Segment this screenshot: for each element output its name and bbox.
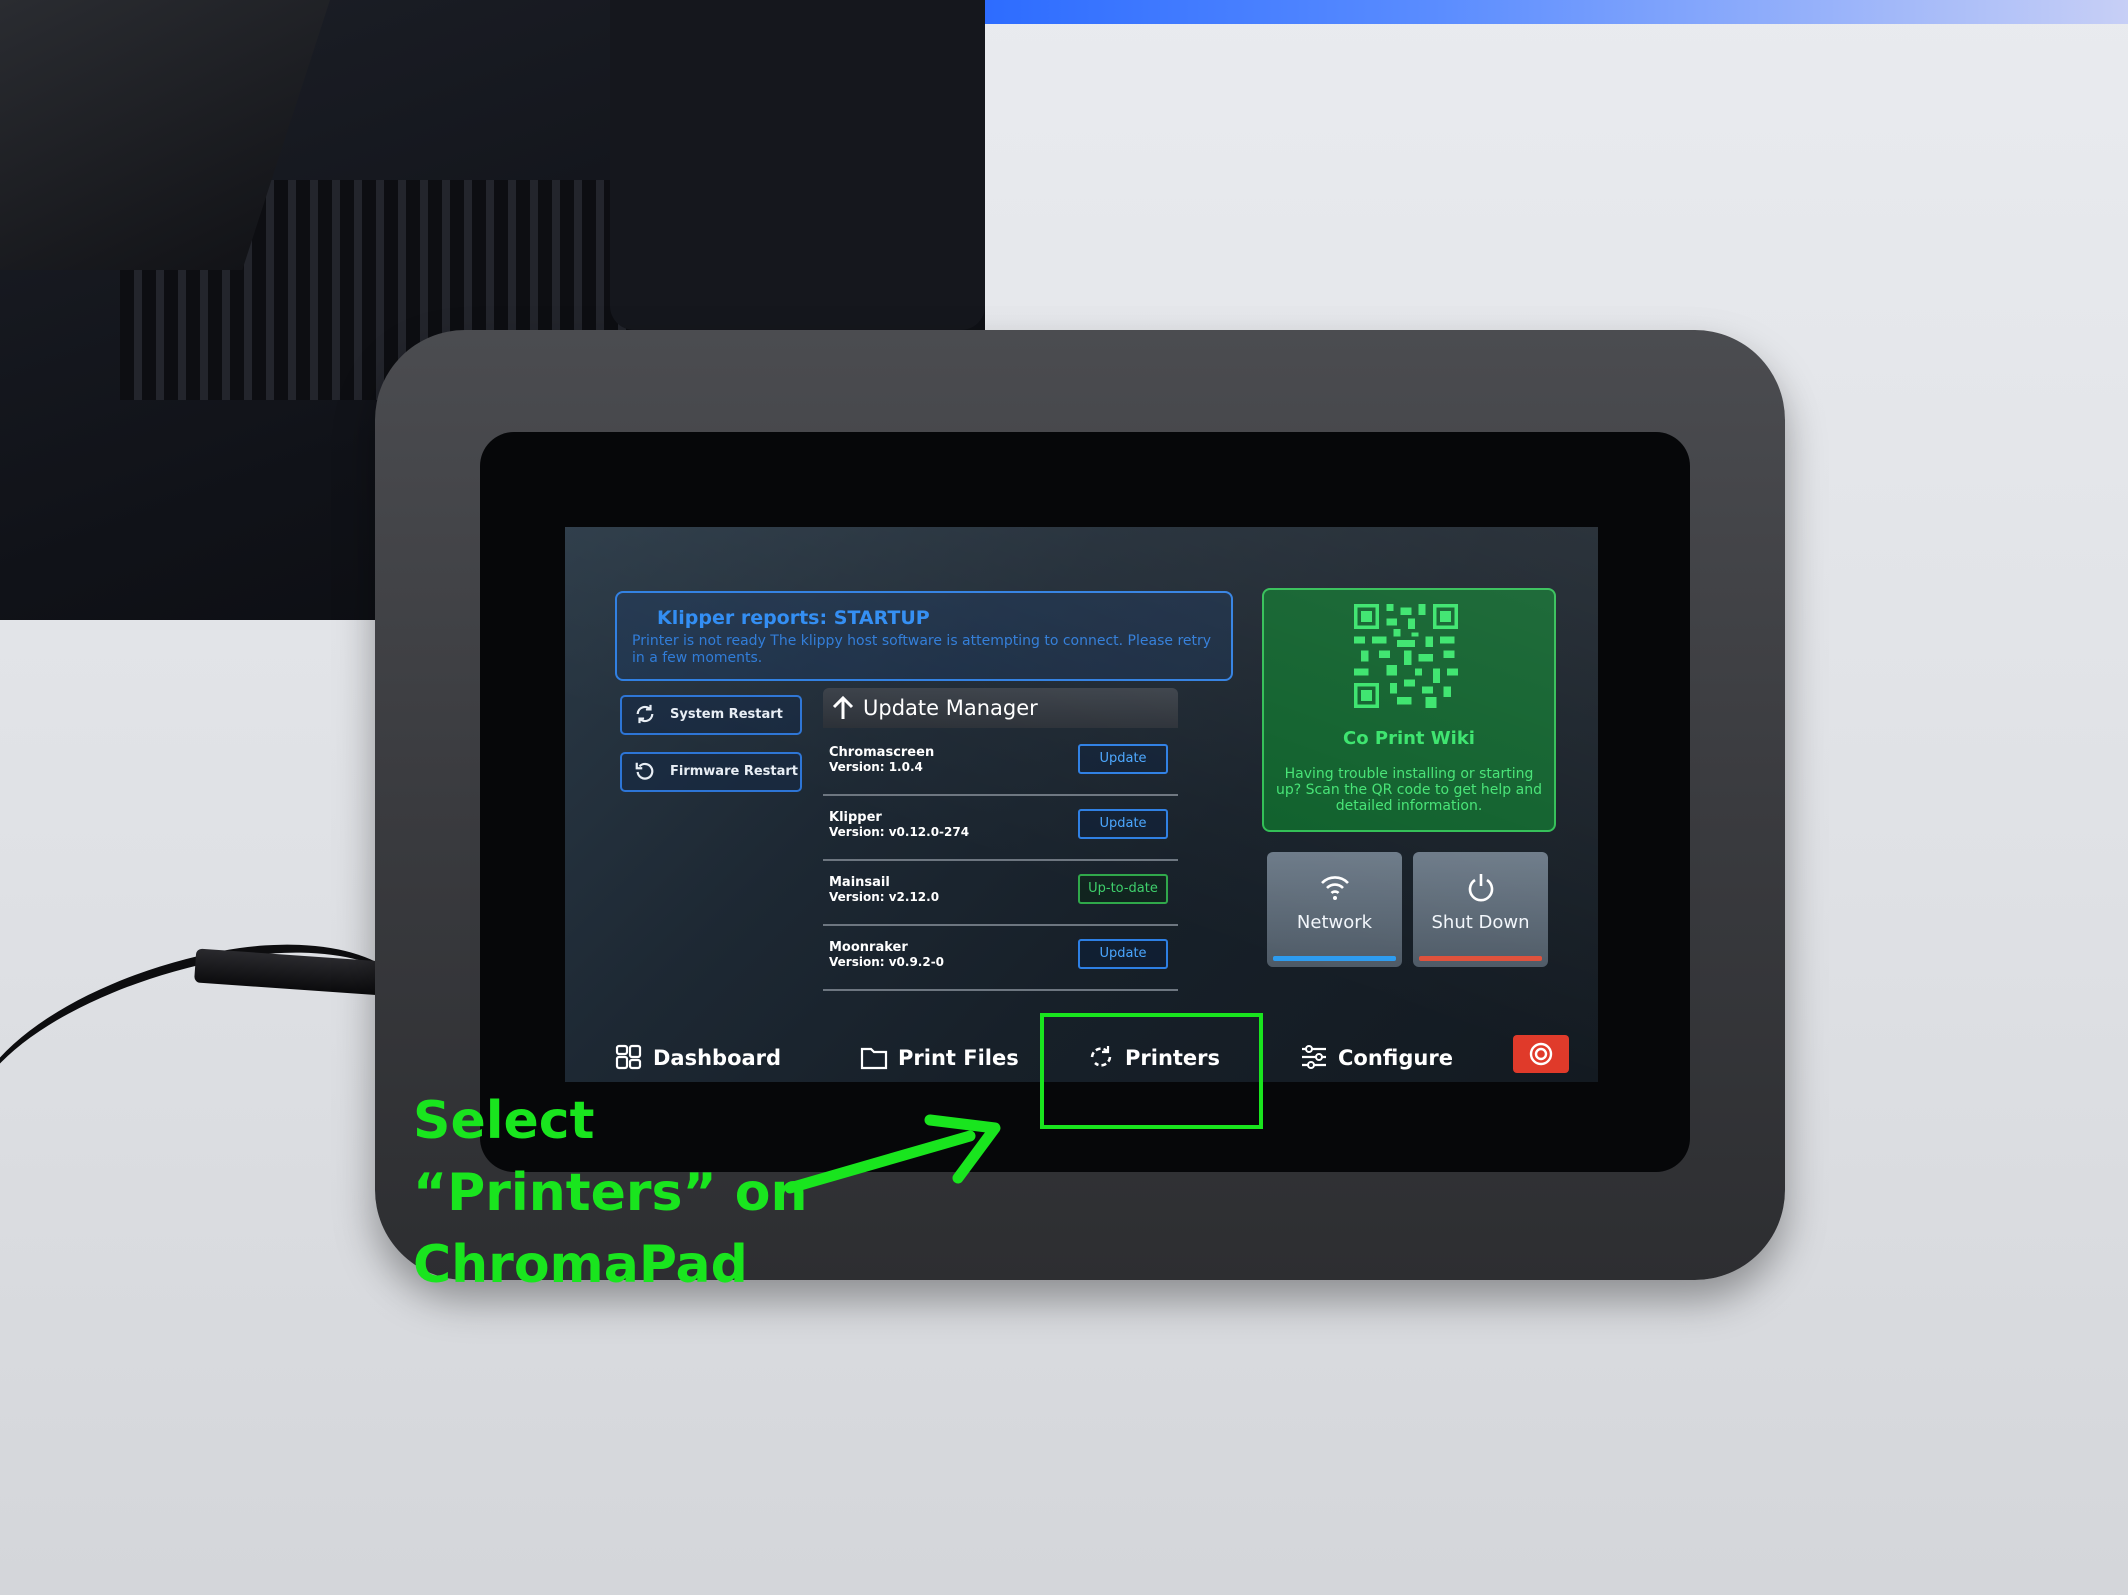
package-version: Version: 1.0.4 [829, 760, 923, 774]
update-button[interactable]: Update [1078, 744, 1168, 774]
nav-print-files-label: Print Files [898, 1046, 1019, 1070]
shutdown-accent-bar [1419, 956, 1542, 961]
emergency-stop-button[interactable] [1513, 1035, 1569, 1073]
update-manager-header: Update Manager [823, 688, 1178, 728]
arrow-up-icon [832, 695, 854, 719]
wifi-icon [1321, 876, 1349, 900]
dashboard-icon [615, 1044, 642, 1070]
instruction-line-2: “Printers” on [413, 1163, 808, 1223]
package-version: Version: v2.12.0 [829, 890, 940, 904]
nav-dashboard-label: Dashboard [653, 1046, 782, 1070]
update-row-chromascreen: Chromascreen Version: 1.0.4 Update [823, 730, 1178, 796]
wiki-help-text: Having trouble installing or starting up… [1276, 766, 1542, 814]
network-tile[interactable]: Network [1267, 852, 1402, 967]
startup-message: Printer is not ready The klippy host sof… [632, 633, 1212, 666]
firmware-restart-label: Firmware Restart [670, 764, 799, 779]
instruction-text: Select “Printers” on ChromaPad [413, 1085, 833, 1301]
co-print-wiki-card: Co Print Wiki Having trouble installing … [1262, 588, 1556, 832]
startup-banner: Klipper reports: STARTUP Printer is not … [615, 591, 1233, 681]
instruction-line-3: ChromaPad [413, 1235, 748, 1295]
printer-extruder-block [610, 0, 985, 330]
update-manager-title: Update Manager [863, 696, 1038, 720]
startup-title: Klipper reports: STARTUP [657, 607, 930, 629]
emergency-stop-icon [1529, 1042, 1553, 1066]
sliders-icon [1302, 1045, 1326, 1069]
folder-icon [860, 1047, 888, 1070]
printers-highlight-box [1040, 1013, 1263, 1129]
network-accent-bar [1273, 956, 1396, 961]
power-icon [1468, 874, 1494, 902]
update-row-klipper: Klipper Version: v0.12.0-274 Update [823, 795, 1178, 861]
update-button[interactable]: Update [1078, 809, 1168, 839]
shutdown-label: Shut Down [1431, 912, 1530, 933]
package-name: Mainsail [829, 875, 890, 890]
update-row-mainsail: Mainsail Version: v2.12.0 Up-to-date [823, 860, 1178, 926]
package-name: Klipper [829, 810, 882, 825]
background-light [985, 0, 2128, 24]
chromapad-screen: Klipper reports: STARTUP Printer is not … [565, 527, 1598, 1082]
wiki-title: Co Print Wiki [1343, 728, 1475, 749]
qr-code-icon [1354, 604, 1458, 708]
firmware-restart-button[interactable]: Firmware Restart [620, 752, 802, 792]
up-to-date-badge: Up-to-date [1078, 874, 1168, 904]
update-manager-panel: Update Manager Chromascreen Version: 1.0… [823, 688, 1178, 991]
package-name: Moonraker [829, 940, 908, 955]
rotate-icon [635, 762, 654, 780]
instruction-line-1: Select [413, 1091, 595, 1151]
update-row-moonraker: Moonraker Version: v0.9.2-0 Update [823, 925, 1178, 991]
package-version: Version: v0.9.2-0 [829, 955, 945, 969]
system-restart-label: System Restart [670, 707, 783, 722]
nav-configure-label: Configure [1338, 1046, 1453, 1070]
network-label: Network [1296, 912, 1373, 933]
system-restart-button[interactable]: System Restart [620, 695, 802, 735]
package-version: Version: v0.12.0-274 [829, 825, 970, 839]
update-button[interactable]: Update [1078, 939, 1168, 969]
restart-icon [636, 704, 654, 724]
shutdown-tile[interactable]: Shut Down [1413, 852, 1548, 967]
package-name: Chromascreen [829, 745, 935, 760]
